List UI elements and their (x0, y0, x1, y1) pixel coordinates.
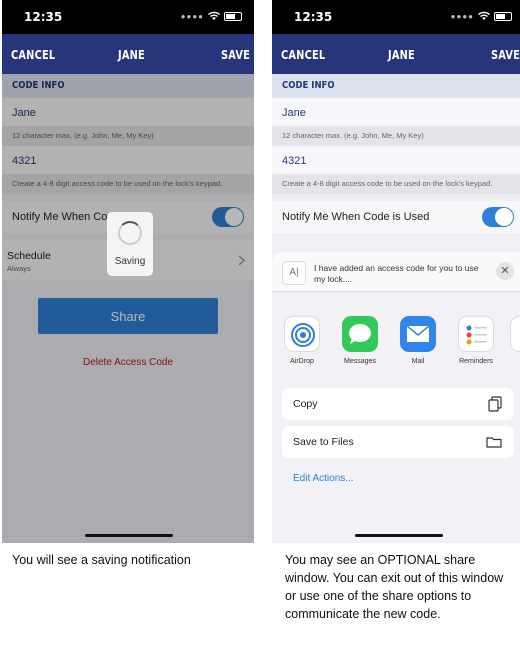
signal-icon: ●●●● (450, 11, 474, 21)
name-field[interactable]: Jane (272, 98, 520, 126)
phone-screen-saving: 12:35 ●●●● CANCEL JANE SAVE CODE INFO Ja… (2, 0, 254, 543)
status-icons: ●●●● (451, 10, 512, 22)
share-message: I have added an access code for you to u… (314, 263, 479, 284)
wifi-icon (208, 11, 220, 20)
share-app-label: AirDrop (290, 358, 314, 365)
messages-icon (342, 316, 378, 352)
share-sheet-header: A| I have added an access code for you t… (272, 252, 520, 292)
nav-title: JANE (118, 48, 145, 62)
section-header-label: CODE INFO (282, 80, 335, 91)
copy-action-label: Copy (293, 398, 318, 410)
code-field[interactable]: 4321 (272, 146, 520, 174)
caption-right: You may see an OPTIONAL share window. Yo… (285, 553, 504, 621)
signal-icon: ●●●● (180, 11, 204, 21)
code-hint-text: Create a 4-8 digit access code to be use… (282, 179, 493, 188)
more-app-icon (510, 316, 520, 352)
share-app-label: Messages (344, 358, 376, 365)
share-app-mail[interactable]: Mail (398, 316, 438, 365)
name-value: Jane (282, 107, 306, 119)
edit-actions-link[interactable]: Edit Actions... (293, 473, 354, 484)
save-button[interactable]: SAVE (491, 48, 520, 62)
document-icon: A| (282, 261, 306, 285)
cancel-button[interactable]: CANCEL (11, 48, 55, 62)
nav-bar: CANCEL JANE SAVE (2, 34, 254, 74)
caption-left: You will see a saving notification (12, 553, 191, 567)
notify-row: Notify Me When Code is Used (272, 201, 520, 233)
saving-label: Saving (114, 256, 146, 267)
share-app-messages[interactable]: Messages (340, 316, 380, 365)
airdrop-icon (284, 316, 320, 352)
close-button[interactable]: ✕ (496, 262, 514, 280)
save-button[interactable]: SAVE (221, 48, 250, 62)
nav-title: JANE (388, 48, 415, 62)
save-to-files-action[interactable]: Save to Files (282, 426, 514, 458)
battery-icon (224, 11, 242, 21)
reminders-icon (458, 316, 494, 352)
share-sheet: A| I have added an access code for you t… (272, 252, 520, 543)
dim-overlay (2, 74, 254, 543)
folder-icon (486, 437, 502, 448)
nav-bar: CANCEL JANE SAVE (272, 34, 520, 74)
mail-icon (400, 316, 436, 352)
share-app-reminders[interactable]: Reminders (456, 316, 496, 365)
share-app-label: Reminders (459, 358, 493, 365)
share-app-label: Mail (411, 358, 425, 365)
status-bar: 12:35 ●●●● (2, 0, 254, 34)
status-icons: ●●●● (181, 10, 242, 22)
notify-label: Notify Me When Code is Used (282, 211, 430, 223)
code-hint: Create a 4-8 digit access code to be use… (272, 174, 520, 194)
code-value: 4321 (282, 155, 307, 167)
copy-action[interactable]: Copy (282, 388, 514, 420)
battery-icon (494, 11, 512, 21)
save-to-files-label: Save to Files (293, 436, 354, 448)
copy-icon (488, 396, 502, 412)
name-hint: 12 character max. (e.g. John, Me, My Key… (272, 126, 520, 146)
spinner-icon (118, 221, 142, 245)
phone-screen-share-sheet: 12:35 ●●●● CANCEL JANE SAVE CODE INFO Ja… (272, 0, 520, 543)
section-header-code-info: CODE INFO (272, 74, 520, 98)
wifi-icon (478, 11, 490, 20)
status-time: 12:35 (294, 10, 333, 24)
saving-notification: Saving (107, 212, 153, 276)
name-hint-text: 12 character max. (e.g. John, Me, My Key… (282, 131, 424, 140)
home-indicator[interactable] (355, 534, 443, 537)
home-indicator[interactable] (85, 534, 173, 537)
notify-toggle[interactable] (482, 207, 514, 227)
share-app-airdrop[interactable]: AirDrop (282, 316, 322, 365)
share-app-more[interactable] (510, 316, 520, 352)
status-bar: 12:35 ●●●● (272, 0, 520, 34)
cancel-button[interactable]: CANCEL (281, 48, 325, 62)
status-time: 12:35 (24, 10, 63, 24)
